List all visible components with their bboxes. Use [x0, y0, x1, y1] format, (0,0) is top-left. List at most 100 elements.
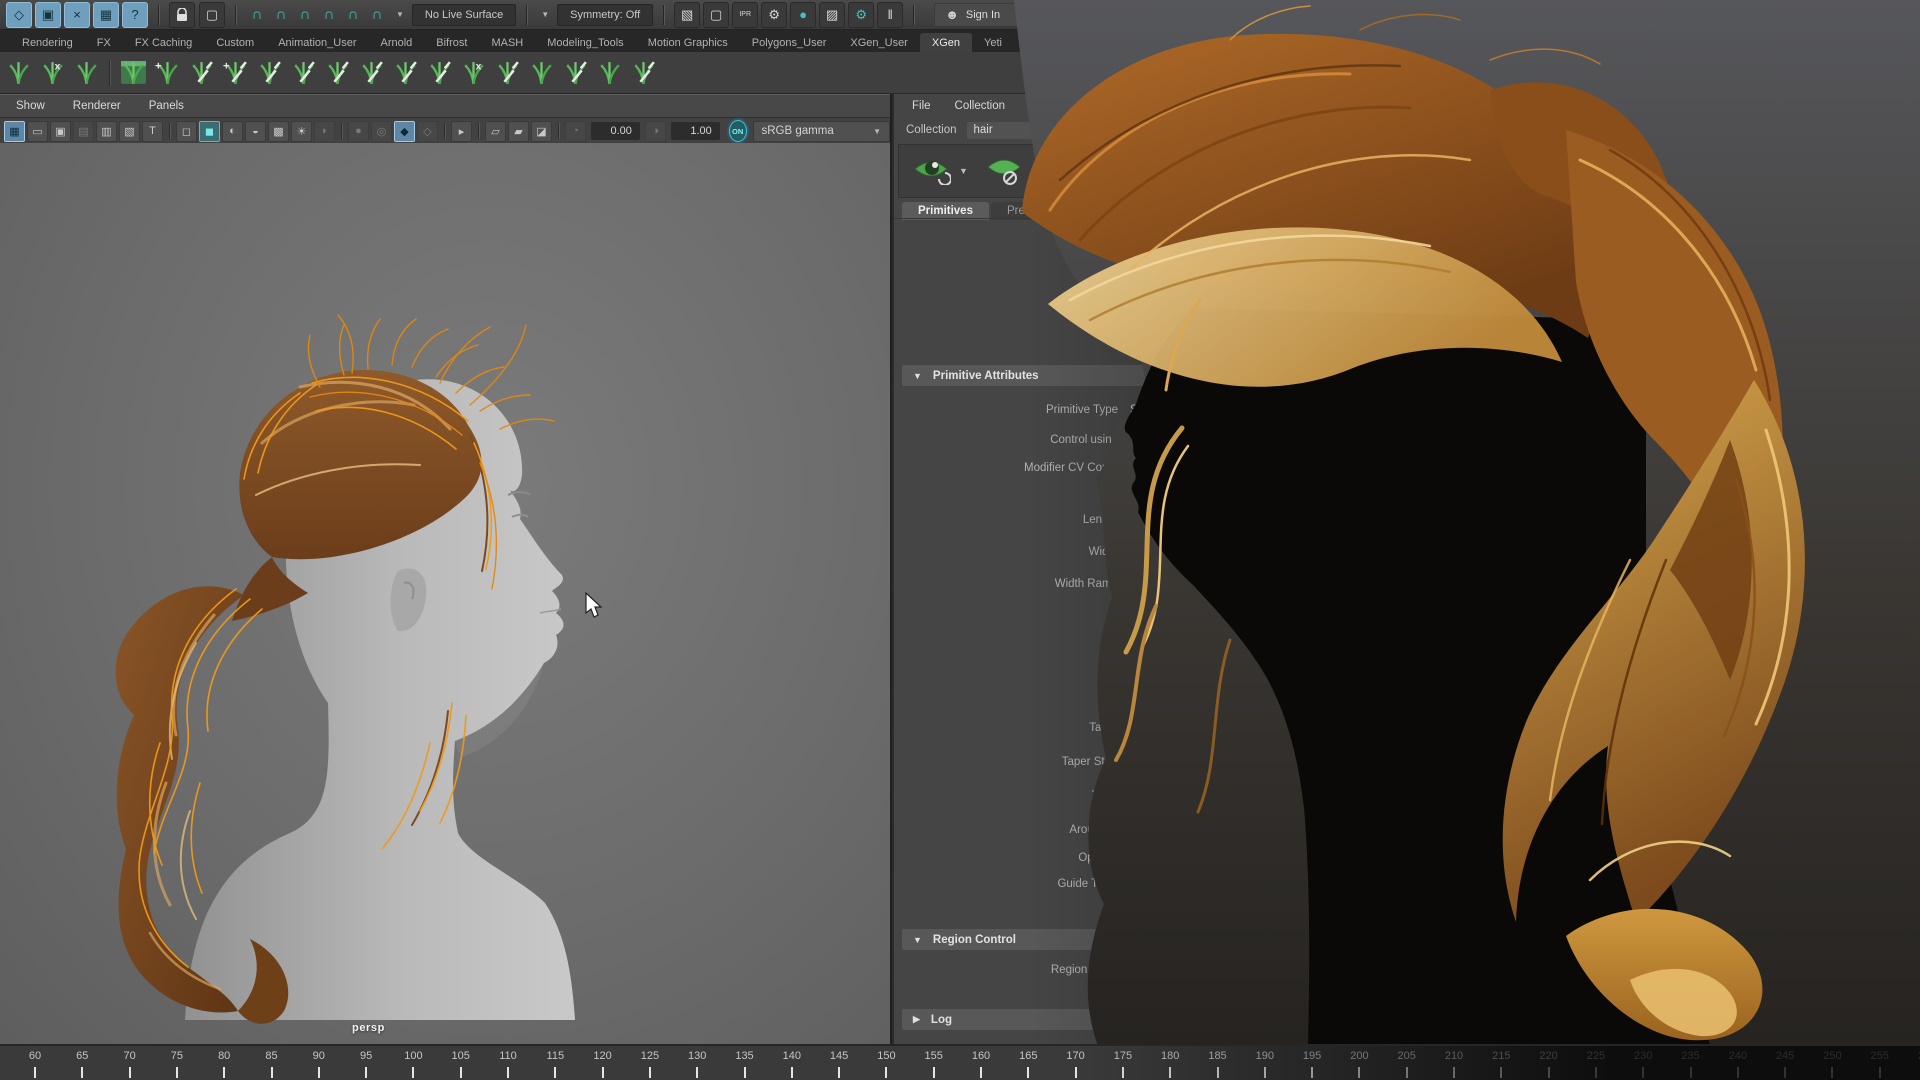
ao-icon[interactable]: ●: [348, 121, 369, 142]
menu-collection[interactable]: Collection: [955, 100, 1006, 112]
clear-brush-icon[interactable]: x: [457, 56, 489, 90]
exposure-field[interactable]: 0.00: [591, 122, 640, 140]
add-guide-icon[interactable]: +: [151, 56, 183, 90]
tilt-n-field[interactable]: 0.0000: [1130, 787, 1229, 806]
region-mask-field[interactable]: 0.0: [1130, 961, 1229, 980]
chevron-down-icon[interactable]: ▼: [959, 166, 968, 176]
shelf-tab-custom[interactable]: Custom: [204, 33, 266, 52]
menu-file[interactable]: File: [912, 100, 931, 112]
width-slider[interactable]: [1237, 551, 1303, 554]
shelf-tab-bifrost[interactable]: Bifrost: [424, 33, 479, 52]
snap-curve-icon[interactable]: ∩: [270, 3, 292, 27]
color-space-dropdown[interactable]: sRGB gamma ▼: [753, 121, 891, 142]
width-field[interactable]: 0.1000: [1130, 543, 1229, 562]
cut-brush-icon[interactable]: [355, 56, 387, 90]
menu-renderer[interactable]: Renderer: [73, 100, 121, 112]
update-preview-icon[interactable]: [593, 56, 625, 90]
add-sculpt-icon[interactable]: +: [219, 56, 251, 90]
delete-curve-icon[interactable]: x: [36, 56, 68, 90]
resolution-gate-icon[interactable]: ▣: [50, 121, 71, 142]
add-description-icon[interactable]: +: [1063, 155, 1090, 187]
render-settings-icon[interactable]: ⚙: [761, 2, 787, 28]
uniform-checkbox[interactable]: ✓: [1130, 487, 1145, 502]
snap-point-icon[interactable]: ∩: [294, 3, 316, 27]
shadows-icon[interactable]: ◗: [314, 121, 335, 142]
shelf-tab-yeti[interactable]: Yeti: [972, 33, 1014, 52]
shelf-tab-arnold[interactable]: Arnold: [368, 33, 424, 52]
place-guides-icon[interactable]: [253, 56, 285, 90]
help-icon[interactable]: ?: [122, 2, 148, 28]
multisampling-icon[interactable]: ◆: [394, 121, 415, 142]
sign-in-button[interactable]: ☻ Sign In ▼: [934, 3, 1052, 27]
hud-icon[interactable]: T: [142, 121, 163, 142]
rebuild-button[interactable]: Rebuild: [1130, 876, 1193, 892]
taper-start-slider[interactable]: [1237, 761, 1303, 764]
length-brush-icon[interactable]: [321, 56, 353, 90]
ramp-handle[interactable]: [1143, 639, 1154, 650]
taper-slider[interactable]: [1237, 727, 1303, 730]
open-render-view-icon[interactable]: ▧: [674, 2, 700, 28]
light-editor-icon[interactable]: ⚙: [848, 2, 874, 28]
menu-descriptions[interactable]: Descriptions: [1029, 100, 1092, 112]
shelf-tab-fx-caching[interactable]: FX Caching: [123, 33, 204, 52]
menu-show[interactable]: Show: [16, 100, 45, 112]
pane-single-icon[interactable]: ◪: [531, 121, 552, 142]
interpolation-value[interactable]: Linear: [1202, 694, 1233, 706]
object-mode-icon[interactable]: ▣: [35, 2, 61, 28]
length-field[interactable]: 1.0000: [1130, 511, 1229, 530]
selection-mask-icon[interactable]: ◇: [6, 2, 32, 28]
shelf-tab-mash[interactable]: MASH: [479, 33, 535, 52]
snap-projected-center-icon[interactable]: ∩: [318, 3, 340, 27]
export-curves-icon[interactable]: [70, 56, 102, 90]
display-checkbox[interactable]: ✓: [1130, 851, 1145, 866]
checkbox[interactable]: [1130, 277, 1145, 292]
pane-layout-a-icon[interactable]: ▱: [485, 121, 506, 142]
time-ruler[interactable]: 6065707580859095100105110115120125130135…: [0, 1044, 1920, 1080]
tilt-n-slider[interactable]: [1237, 795, 1303, 798]
noise-brush-icon[interactable]: [423, 56, 455, 90]
lock-icon[interactable]: [169, 2, 195, 28]
isolate-select-icon[interactable]: ▸: [451, 121, 472, 142]
set-length-button[interactable]: Set Length: [1130, 904, 1210, 920]
collection-name-field[interactable]: hair: [967, 122, 1196, 139]
make-live-icon[interactable]: ∩: [366, 3, 388, 27]
textured-icon[interactable]: ◐: [222, 121, 243, 142]
pause-icon[interactable]: ‖: [877, 2, 903, 28]
width-brush-icon[interactable]: [559, 56, 591, 90]
default-material-icon[interactable]: ▩: [268, 121, 289, 142]
ramp-handle[interactable]: [1139, 651, 1150, 662]
motion-blur-icon[interactable]: ◎: [371, 121, 392, 142]
exposure-icon[interactable]: ◔: [565, 121, 586, 142]
arnold-renderview-icon[interactable]: ●: [790, 2, 816, 28]
lighting-icon[interactable]: ☀: [291, 121, 312, 142]
animation-prefs-icon[interactable]: ▦: [93, 2, 119, 28]
shelf-tab-fx[interactable]: FX: [85, 33, 123, 52]
snap-view-plane-icon[interactable]: ∩: [342, 3, 364, 27]
wireframe-icon[interactable]: ◻: [176, 121, 197, 142]
length-slider[interactable]: [1237, 519, 1303, 522]
camera-attributes-icon[interactable]: ▧: [119, 121, 140, 142]
around-n-field[interactable]: 0.0000: [1130, 821, 1229, 840]
render-current-frame-icon[interactable]: ▢: [703, 2, 729, 28]
viewport-3d[interactable]: persp: [0, 143, 890, 1044]
snap-dropdown-icon[interactable]: ▼: [396, 10, 404, 19]
render-setup-icon[interactable]: ▨: [819, 2, 845, 28]
section-log[interactable]: ▶ Log: [902, 1009, 1513, 1030]
create-button[interactable]: Create: [1130, 334, 1189, 350]
primitive-type-dropdown[interactable]: Spline: [1130, 404, 1162, 416]
width-ramp-widget[interactable]: R: [1130, 565, 1266, 665]
control-using-dropdown[interactable]: Guides: [1130, 434, 1166, 446]
gamma-field[interactable]: 1.00: [671, 122, 720, 140]
field-chart-icon[interactable]: ▥: [96, 121, 117, 142]
clump-brush-icon[interactable]: [389, 56, 421, 90]
smooth-brush-icon[interactable]: [491, 56, 523, 90]
shelf-tab-animation-user[interactable]: Animation_User: [266, 33, 368, 52]
around-n-slider[interactable]: [1237, 829, 1303, 832]
taper-start-field[interactable]: 0.0000: [1130, 753, 1229, 772]
create-curve-icon[interactable]: [2, 56, 34, 90]
component-mode-icon[interactable]: ×: [64, 2, 90, 28]
shelf-tab-motion-graphics[interactable]: Motion Graphics: [636, 33, 740, 52]
sculpt-guides-icon[interactable]: [185, 56, 217, 90]
smooth-shade-icon[interactable]: ◼: [199, 121, 220, 142]
gate-mask-icon[interactable]: ▤: [73, 121, 94, 142]
